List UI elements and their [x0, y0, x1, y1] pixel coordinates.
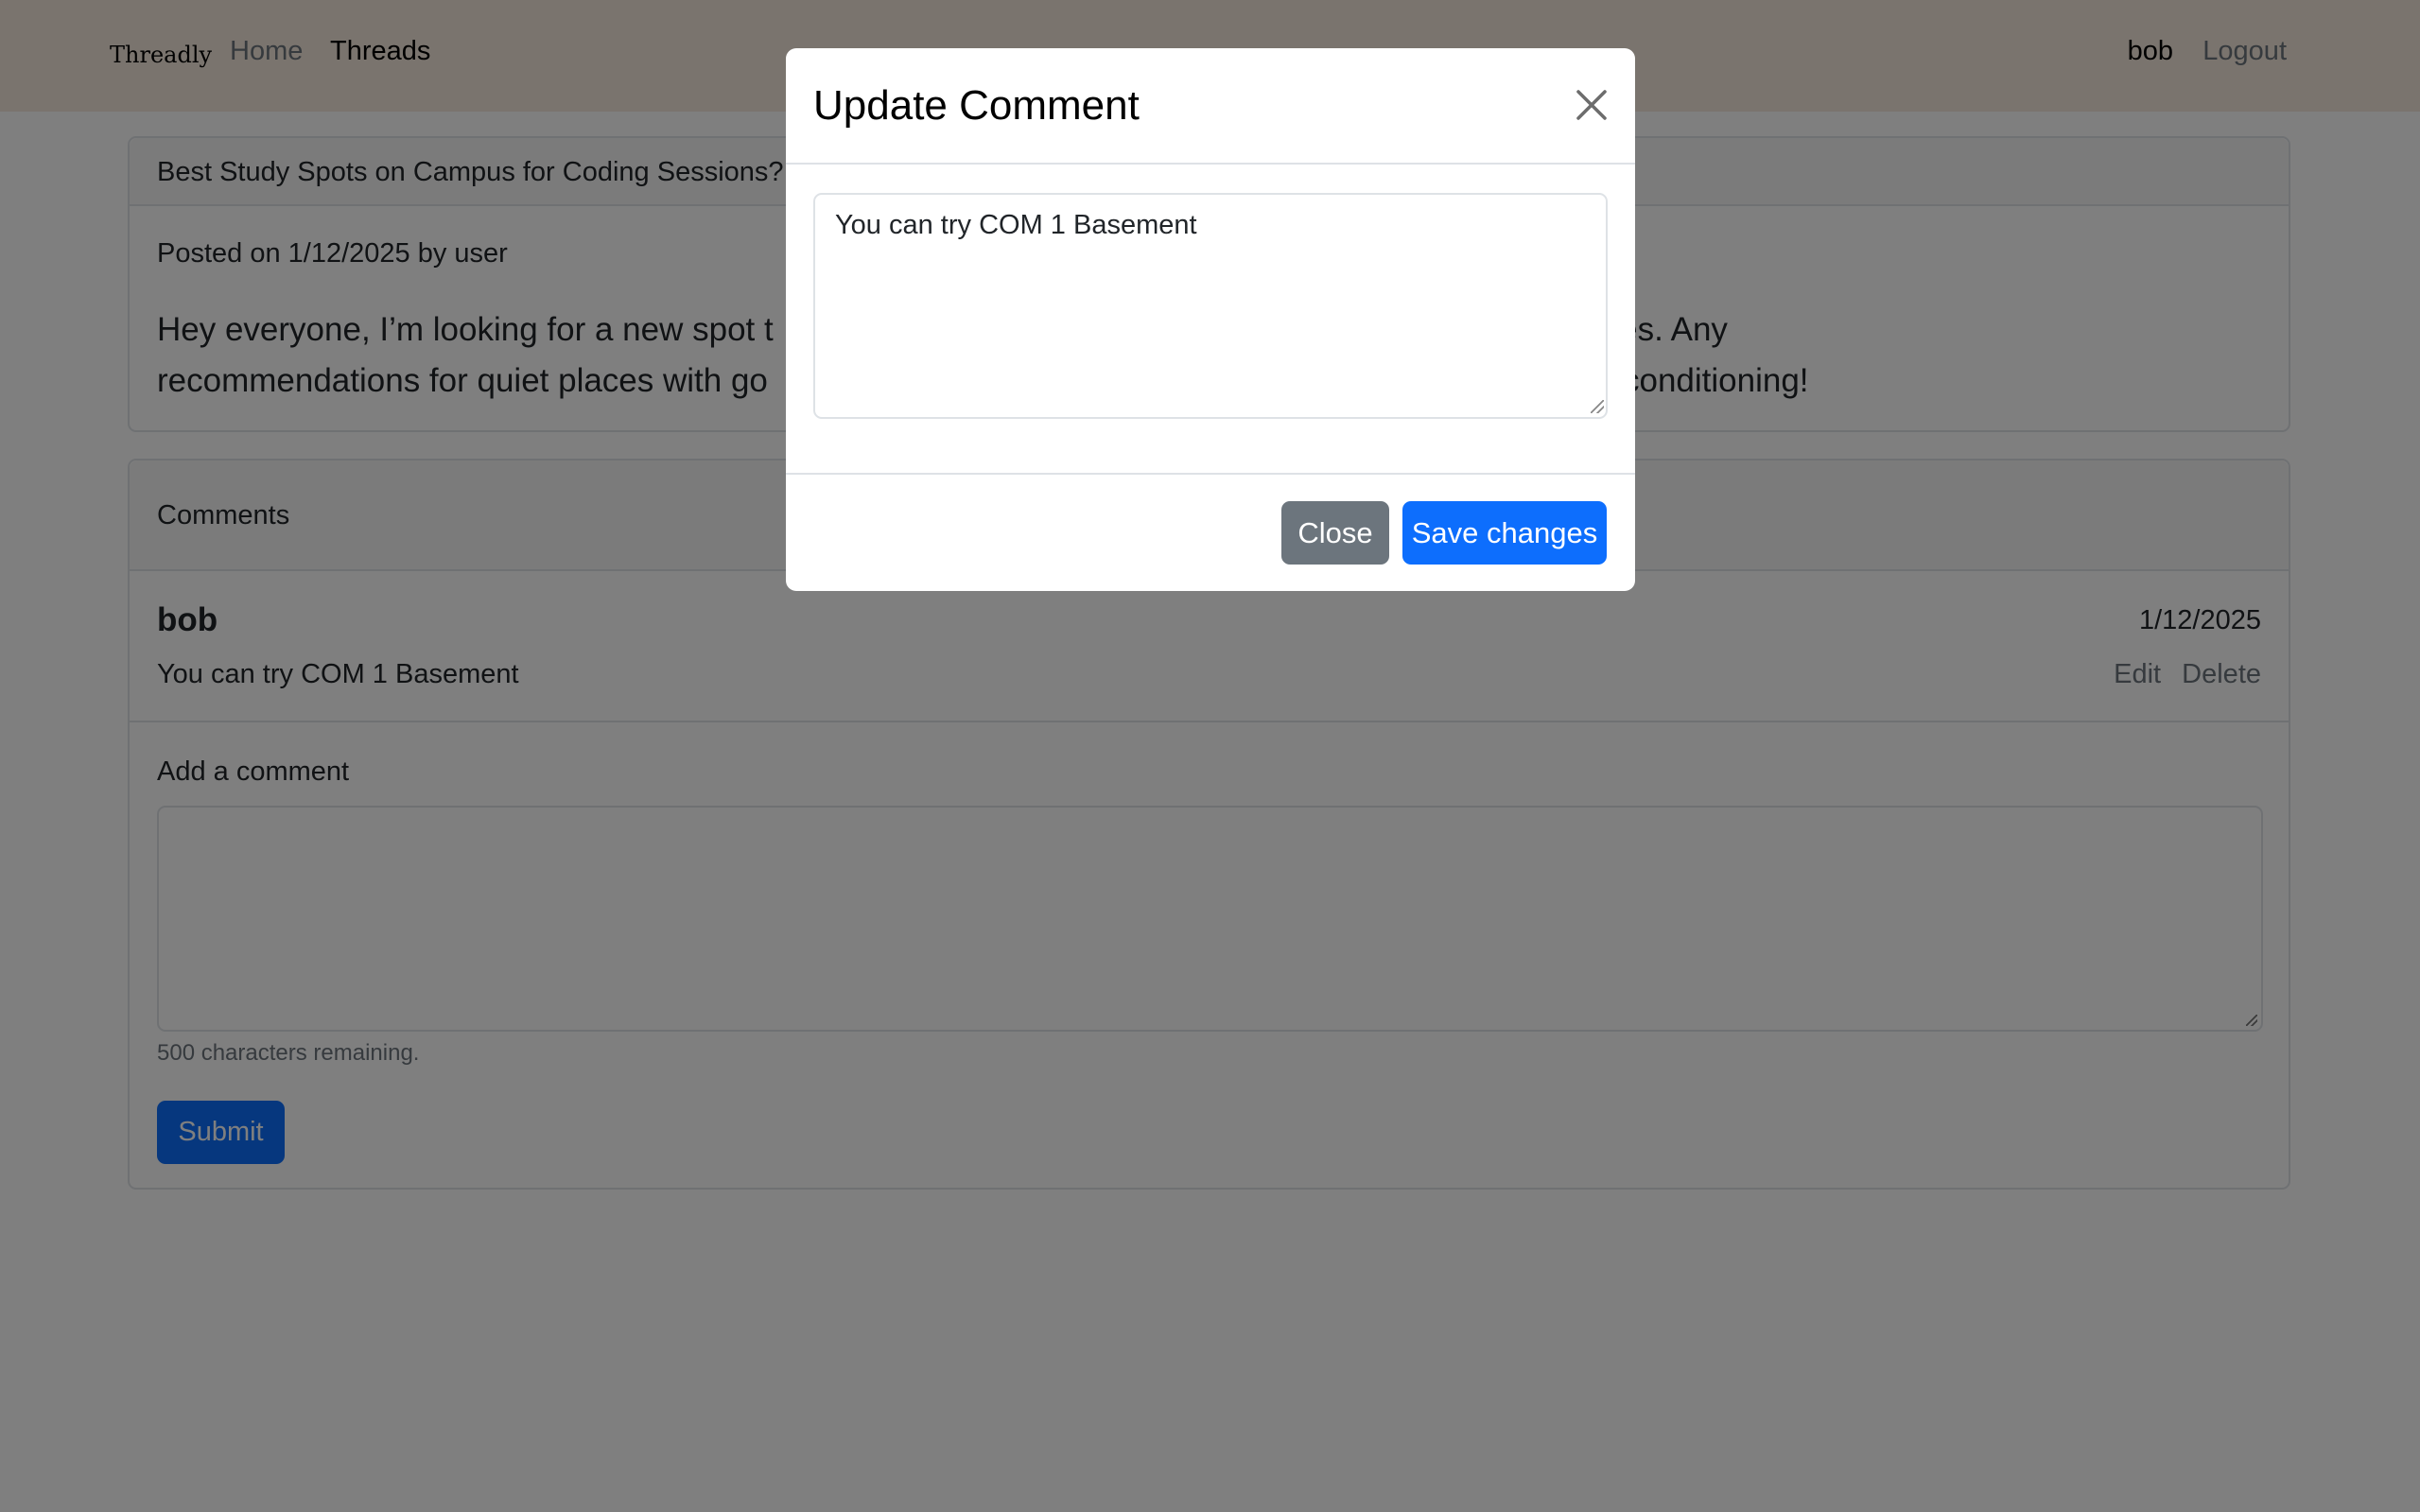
edit-comment-textarea[interactable]: You can try COM 1 Basement — [813, 193, 1608, 419]
modal-footer: Close Save changes — [786, 473, 1635, 591]
update-comment-modal: Update Comment You can try COM 1 Basemen… — [786, 48, 1635, 591]
modal-header: Update Comment — [786, 48, 1635, 165]
close-icon[interactable] — [1573, 86, 1610, 124]
modal-title: Update Comment — [813, 82, 1140, 129]
resize-grip-icon[interactable] — [1591, 400, 1604, 413]
save-changes-button[interactable]: Save changes — [1402, 501, 1607, 565]
close-button[interactable]: Close — [1281, 501, 1389, 565]
